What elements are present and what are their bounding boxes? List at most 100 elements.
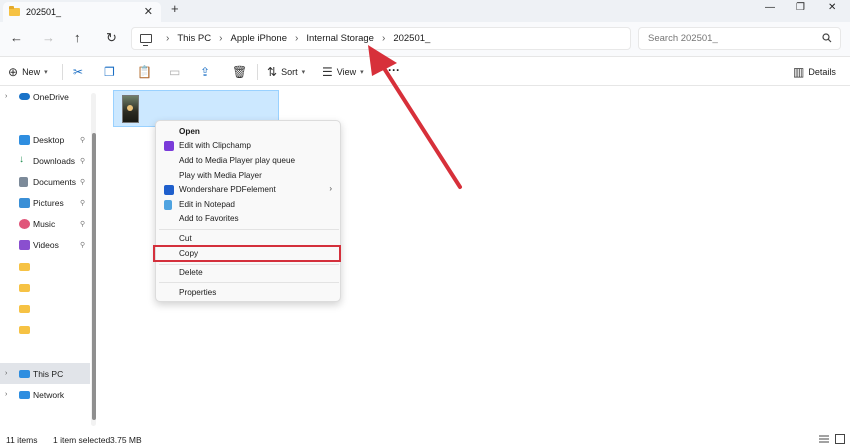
- menu-item-wondershare-pdfelement[interactable]: Wondershare PDFelement ›: [156, 183, 340, 197]
- address-bar[interactable]: › This PC › Apple iPhone › Internal Stor…: [131, 27, 631, 50]
- menu-item-label: Edit with Clipchamp: [179, 141, 251, 150]
- sidebar-item-folder[interactable]: [0, 298, 90, 319]
- chevron-right-icon: ›: [329, 184, 332, 193]
- breadcrumb-this-pc[interactable]: This PC: [177, 33, 211, 44]
- sidebar-item-music[interactable]: Music ⚲: [0, 213, 90, 234]
- refresh-button[interactable]: ↻: [106, 30, 117, 46]
- sidebar-item-folder[interactable]: [0, 319, 90, 340]
- pin-icon[interactable]: ⚲: [80, 136, 85, 144]
- copy-button[interactable]: ❐: [104, 65, 119, 79]
- network-icon: [19, 390, 30, 399]
- menu-item-edit-with-clipchamp[interactable]: Edit with Clipchamp: [156, 139, 340, 153]
- share-button[interactable]: ⇪: [200, 65, 214, 79]
- menu-divider: [159, 264, 339, 265]
- folder-icon: [19, 304, 30, 313]
- pin-icon[interactable]: ⚲: [80, 199, 85, 207]
- selection-count: 1 item selected: [53, 435, 111, 445]
- tiles-view-icon[interactable]: [835, 434, 845, 444]
- rename-icon: ▭: [169, 65, 181, 79]
- status-bar: 11 items 1 item selected 3.75 MB: [0, 431, 850, 448]
- tab-202501[interactable]: 202501_ ✕: [3, 2, 161, 22]
- menu-item-label: Add to Favorites: [179, 214, 239, 223]
- view-button[interactable]: ☰ View ▾: [322, 65, 364, 79]
- chevron-right-icon[interactable]: ›: [5, 93, 7, 100]
- pin-icon[interactable]: ⚲: [80, 241, 85, 249]
- search-icon[interactable]: [822, 33, 832, 46]
- menu-item-label: Open: [179, 127, 200, 136]
- new-tab-button[interactable]: +: [171, 1, 179, 16]
- folder-icon: [19, 325, 30, 334]
- rename-button[interactable]: ▭: [169, 65, 184, 79]
- minimize-button[interactable]: —: [765, 2, 775, 13]
- menu-item-label: Wondershare PDFelement: [179, 185, 276, 194]
- paste-icon: 📋: [137, 65, 152, 79]
- folder-icon: [19, 283, 30, 292]
- menu-item-label: Edit in Notepad: [179, 200, 235, 209]
- sidebar-item-onedrive[interactable]: › OneDrive: [0, 86, 90, 107]
- menu-divider: [159, 282, 339, 283]
- sidebar-scrollbar-thumb[interactable]: [92, 133, 96, 420]
- close-window-button[interactable]: ✕: [828, 2, 836, 13]
- sidebar-item-this-pc[interactable]: › This PC: [0, 363, 90, 384]
- menu-item-label: Play with Media Player: [179, 171, 262, 180]
- more-options-button[interactable]: ···: [388, 63, 400, 77]
- pin-icon[interactable]: ⚲: [80, 157, 85, 165]
- navigation-pane: › OneDrive Desktop ⚲ ↓ Downloads ⚲ Docum…: [0, 86, 100, 431]
- document-icon: [19, 176, 28, 187]
- menu-item-play-with-media-player[interactable]: Play with Media Player: [156, 169, 340, 183]
- menu-item-cut[interactable]: Cut: [156, 232, 340, 246]
- sidebar-item-label: Pictures: [33, 197, 64, 208]
- details-button[interactable]: ▥ Details: [793, 65, 836, 79]
- sidebar-item-videos[interactable]: Videos ⚲: [0, 234, 90, 255]
- paste-button[interactable]: 📋: [137, 65, 156, 79]
- menu-item-label: Add to Media Player play queue: [179, 156, 296, 165]
- details-view-icon[interactable]: [819, 434, 829, 444]
- sidebar-item-folder[interactable]: [0, 277, 90, 298]
- context-menu: Open Edit with Clipchamp Add to Media Pl…: [155, 120, 341, 302]
- menu-item-add-to-play-queue[interactable]: Add to Media Player play queue: [156, 154, 340, 168]
- scissors-icon: ✂: [73, 65, 84, 79]
- menu-item-edit-in-notepad[interactable]: Edit in Notepad: [156, 198, 340, 212]
- sidebar-item-pictures[interactable]: Pictures ⚲: [0, 192, 90, 213]
- chevron-right-icon: ›: [219, 33, 223, 44]
- search-box[interactable]: [638, 27, 841, 50]
- chevron-down-icon: ▾: [44, 69, 48, 76]
- sidebar-item-downloads[interactable]: ↓ Downloads ⚲: [0, 150, 90, 171]
- delete-button[interactable]: 🗑: [232, 65, 251, 79]
- back-button[interactable]: ←: [10, 30, 23, 45]
- up-button[interactable]: ↑: [74, 30, 81, 45]
- chevron-right-icon: ›: [381, 33, 386, 44]
- maximize-button[interactable]: ❐: [796, 2, 805, 13]
- menu-item-label: Cut: [179, 234, 192, 243]
- details-label: Details: [808, 67, 836, 77]
- pin-icon[interactable]: ⚲: [80, 178, 85, 186]
- menu-item-properties[interactable]: Properties: [156, 286, 340, 300]
- chevron-right-icon[interactable]: ›: [5, 391, 7, 398]
- sidebar-item-desktop[interactable]: Desktop ⚲: [0, 129, 90, 150]
- menu-item-open[interactable]: Open: [156, 125, 340, 139]
- sidebar-item-network[interactable]: › Network: [0, 384, 90, 405]
- sort-button[interactable]: ⇅ Sort ▾: [267, 65, 305, 79]
- sidebar-item-folder[interactable]: [0, 256, 90, 277]
- sidebar-item-label: Network: [33, 389, 65, 400]
- tab-close-button[interactable]: ✕: [144, 5, 153, 18]
- menu-item-add-to-favorites[interactable]: Add to Favorites: [156, 212, 340, 226]
- search-input[interactable]: [648, 33, 818, 44]
- menu-item-delete[interactable]: Delete: [156, 266, 340, 280]
- pin-icon[interactable]: ⚲: [80, 220, 85, 228]
- cut-button[interactable]: ✂: [73, 65, 87, 79]
- address-row: ← → ↑ ↻ › This PC › Apple iPhone › Inter…: [0, 22, 850, 56]
- chevron-right-icon[interactable]: ›: [5, 370, 7, 377]
- view-icon: ☰: [322, 65, 333, 79]
- sort-icon: ⇅: [267, 65, 278, 79]
- sort-label: Sort: [281, 67, 298, 77]
- sidebar-item-documents[interactable]: Documents ⚲: [0, 171, 90, 192]
- breadcrumb-internal-storage[interactable]: Internal Storage: [306, 33, 374, 44]
- breadcrumb-202501[interactable]: 202501_: [393, 33, 430, 44]
- breadcrumb-apple-iphone[interactable]: Apple iPhone: [230, 33, 287, 44]
- toolbar-divider: [62, 64, 63, 80]
- view-label: View: [336, 67, 357, 77]
- forward-button[interactable]: →: [42, 30, 55, 45]
- new-button[interactable]: ⊕ New ▾: [8, 65, 48, 79]
- cloud-icon: [19, 93, 30, 100]
